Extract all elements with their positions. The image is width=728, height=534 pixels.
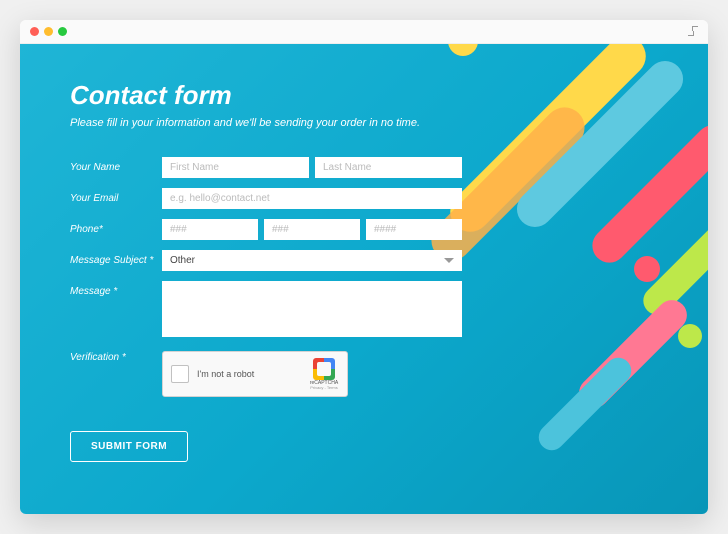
- field-subject: Message Subject * Other: [70, 250, 658, 271]
- recaptcha-icon: [313, 358, 335, 380]
- name-label: Your Name: [70, 157, 162, 173]
- phone-part1-input[interactable]: [162, 219, 258, 240]
- email-label: Your Email: [70, 188, 162, 204]
- recaptcha-text: I'm not a robot: [197, 369, 301, 379]
- minimize-icon[interactable]: [44, 27, 53, 36]
- submit-button[interactable]: SUBMIT FORM: [70, 431, 188, 462]
- field-message: Message *: [70, 281, 658, 337]
- browser-titlebar: [20, 20, 708, 44]
- recaptcha-logo: reCAPTCHA Privacy - Terms: [309, 358, 339, 390]
- phone-part3-input[interactable]: [366, 219, 462, 240]
- field-phone: Phone*: [70, 219, 658, 240]
- window-controls: [30, 27, 67, 36]
- email-input[interactable]: [162, 188, 462, 209]
- verification-label: Verification *: [70, 347, 162, 363]
- phone-label: Phone*: [70, 219, 162, 235]
- last-name-input[interactable]: [315, 157, 462, 178]
- maximize-icon[interactable]: [58, 27, 67, 36]
- field-name: Your Name: [70, 157, 658, 178]
- close-icon[interactable]: [30, 27, 39, 36]
- message-textarea[interactable]: [162, 281, 462, 337]
- subject-label: Message Subject *: [70, 250, 162, 266]
- page-viewport: Contact form Please fill in your informa…: [20, 44, 708, 514]
- expand-icon[interactable]: [688, 26, 698, 36]
- field-verification: Verification * I'm not a robot reCAPTCHA…: [70, 347, 658, 397]
- field-email: Your Email: [70, 188, 658, 209]
- message-label: Message *: [70, 281, 162, 297]
- form-content: Contact form Please fill in your informa…: [20, 44, 708, 496]
- page-subtitle: Please fill in your information and we'l…: [70, 117, 658, 129]
- browser-window: Contact form Please fill in your informa…: [20, 20, 708, 514]
- recaptcha-checkbox[interactable]: [171, 365, 189, 383]
- phone-part2-input[interactable]: [264, 219, 360, 240]
- subject-select[interactable]: Other: [162, 250, 462, 271]
- first-name-input[interactable]: [162, 157, 309, 178]
- recaptcha-widget[interactable]: I'm not a robot reCAPTCHA Privacy - Term…: [162, 351, 348, 397]
- page-title: Contact form: [70, 80, 658, 111]
